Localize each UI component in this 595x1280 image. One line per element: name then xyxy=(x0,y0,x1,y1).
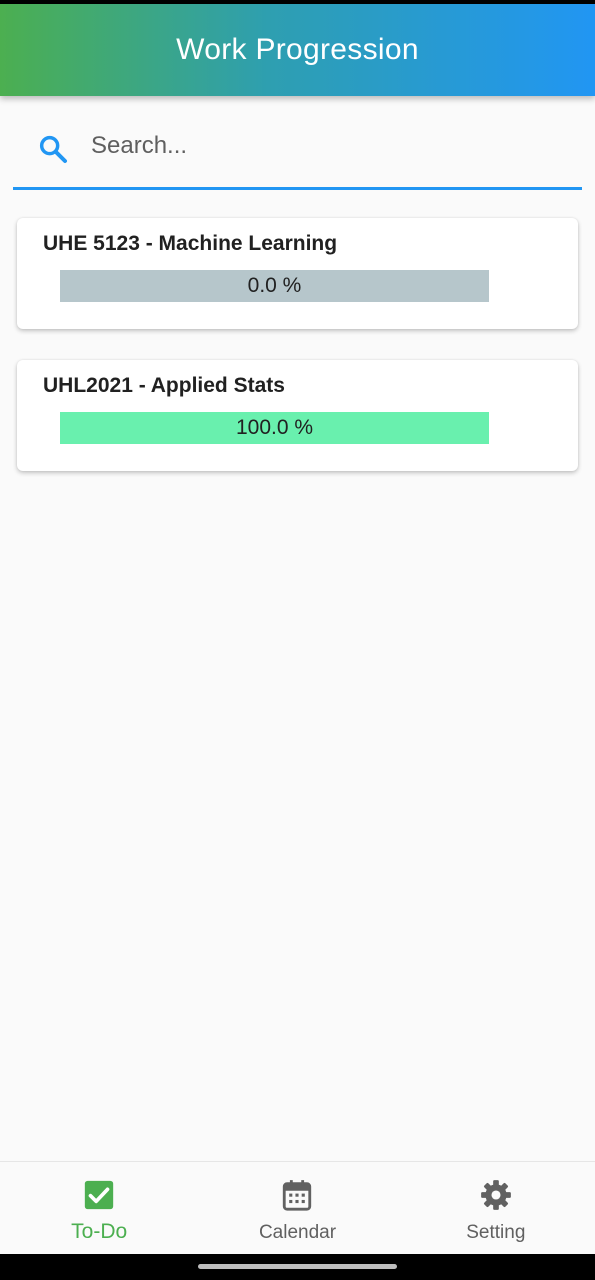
nav-label-setting: Setting xyxy=(466,1222,526,1243)
search-bar xyxy=(13,108,582,190)
progress-bar: 0.0 % xyxy=(60,270,489,302)
calendar-icon xyxy=(283,1180,312,1211)
search-input[interactable] xyxy=(91,126,561,166)
nav-label-todo: To-Do xyxy=(71,1220,128,1243)
gesture-handle[interactable] xyxy=(198,1264,397,1269)
course-title: UHE 5123 - Machine Learning xyxy=(43,232,338,255)
screen: Work Progression UHE 5123 - Machine Lear… xyxy=(0,0,595,1280)
app-bar: Work Progression xyxy=(0,4,595,96)
gear-icon xyxy=(480,1180,511,1210)
search-icon[interactable] xyxy=(37,133,69,165)
progress-label: 0.0 % xyxy=(247,274,302,297)
progress-bar: 100.0 % xyxy=(60,412,489,444)
nav-item-setting[interactable]: Setting xyxy=(397,1162,595,1254)
page-title: Work Progression xyxy=(176,33,419,66)
checkbox-icon xyxy=(84,1180,114,1210)
nav-label-calendar: Calendar xyxy=(258,1222,337,1243)
nav-item-todo[interactable]: To-Do xyxy=(0,1162,198,1254)
system-navigation-area xyxy=(0,1254,595,1280)
course-title: UHL2021 - Applied Stats xyxy=(43,374,285,397)
course-card[interactable]: UHE 5123 - Machine Learning 0.0 % xyxy=(17,218,578,329)
progress-label: 100.0 % xyxy=(235,416,314,439)
bottom-navigation: To-Do Calendar Setting xyxy=(0,1161,595,1254)
nav-item-calendar[interactable]: Calendar xyxy=(198,1162,396,1254)
course-card[interactable]: UHL2021 - Applied Stats 100.0 % xyxy=(17,360,578,471)
